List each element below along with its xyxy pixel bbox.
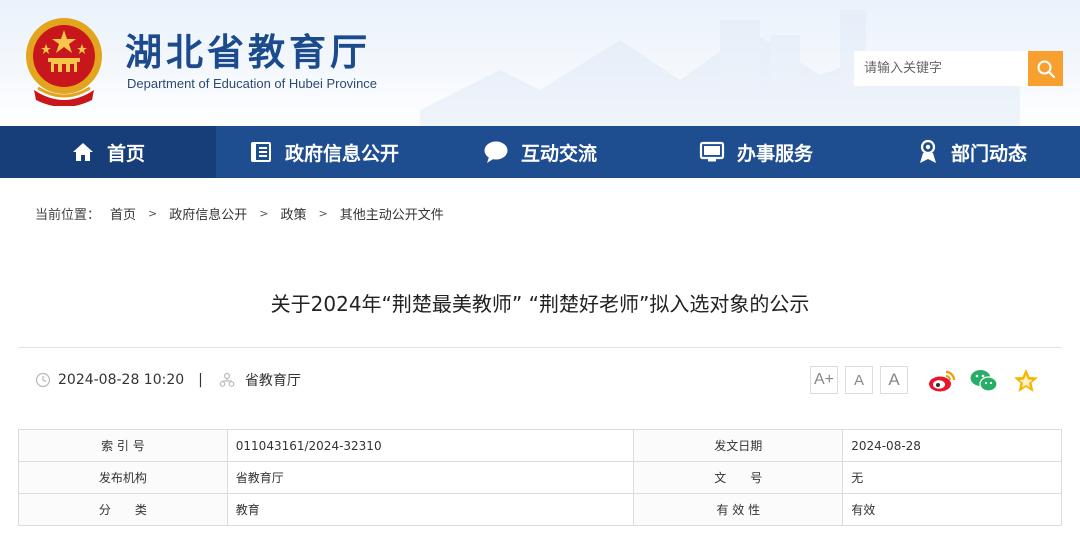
- main-nav: 首页 政府信息公开 互动交流 办事服务 部门动态: [0, 126, 1080, 178]
- nav-item-label: 政府信息公开: [284, 142, 399, 165]
- meta-separator: |: [198, 372, 203, 388]
- table-cell-value: 省教育厅: [226, 461, 635, 494]
- table-row: 分 类 教育 有 效 性 有效: [18, 493, 1062, 526]
- table-cell-value: 教育: [226, 493, 635, 526]
- breadcrumb-separator: >: [318, 207, 328, 220]
- monitor-icon: [699, 141, 725, 162]
- search-icon: [1037, 60, 1055, 78]
- document-info-table: 索 引 号 011043161/2024-32310 发文日期 2024-08-…: [18, 429, 1062, 526]
- search-button[interactable]: [1028, 51, 1063, 86]
- table-cell-value: 无: [842, 461, 1062, 494]
- site-header: 湖北省教育厅 Department of Education of Hubei …: [0, 0, 1080, 126]
- table-cell-key: 发布机构: [18, 461, 228, 494]
- breadcrumb-item-gov-info[interactable]: 政府信息公开: [169, 204, 247, 223]
- nav-item-gov-info[interactable]: 政府信息公开: [216, 126, 432, 178]
- clock-icon: [35, 372, 51, 388]
- publish-datetime: 2024-08-28 10:20: [58, 372, 185, 388]
- nav-item-department-news[interactable]: 部门动态: [864, 126, 1080, 178]
- article-meta: 2024-08-28 10:20 | 省教育厅: [35, 370, 301, 390]
- table-cell-value: 011043161/2024-32310: [226, 429, 635, 462]
- table-cell-key: 文 号: [633, 461, 844, 494]
- table-cell-value: 2024-08-28: [842, 429, 1062, 462]
- org-icon: [219, 372, 235, 387]
- table-cell-key: 发文日期: [633, 429, 844, 462]
- nav-item-label: 办事服务: [736, 142, 813, 165]
- wechat-share-icon[interactable]: [969, 366, 999, 396]
- chat-bubble-icon: [484, 141, 508, 163]
- breadcrumb-item-home[interactable]: 首页: [110, 204, 136, 223]
- table-cell-value: 有效: [842, 493, 1062, 526]
- breadcrumb-separator: >: [148, 207, 158, 220]
- table-row: 索 引 号 011043161/2024-32310 发文日期 2024-08-…: [18, 429, 1062, 462]
- breadcrumb-item-policy[interactable]: 政策: [280, 204, 306, 223]
- title-divider: [18, 347, 1062, 348]
- font-size-default-button[interactable]: A: [845, 366, 873, 394]
- search-input[interactable]: [854, 51, 1028, 86]
- table-row: 发布机构 省教育厅 文 号 无: [18, 461, 1062, 494]
- home-icon: [72, 143, 93, 161]
- table-cell-key: 分 类: [18, 493, 228, 526]
- breadcrumb-item-other-docs[interactable]: 其他主动公开文件: [340, 204, 444, 223]
- nav-item-interaction[interactable]: 互动交流: [432, 126, 648, 178]
- nav-item-home[interactable]: 首页: [0, 126, 216, 178]
- nav-item-label: 首页: [106, 142, 145, 165]
- weibo-share-icon[interactable]: [927, 366, 957, 396]
- document-icon: [250, 142, 271, 162]
- font-size-decrease-button[interactable]: A: [880, 366, 908, 394]
- nav-item-label: 互动交流: [520, 142, 597, 165]
- nav-item-label: 部门动态: [950, 142, 1027, 165]
- national-emblem-icon: [26, 18, 102, 106]
- site-name: 湖北省教育厅: [125, 30, 371, 74]
- publish-source: 省教育厅: [244, 373, 301, 389]
- nav-item-services[interactable]: 办事服务: [648, 126, 864, 178]
- table-cell-key: 索 引 号: [18, 429, 228, 462]
- site-name-english: Department of Education of Hubei Provinc…: [127, 76, 378, 91]
- breadcrumb-separator: >: [259, 207, 269, 220]
- article-title: 关于2024年“荆楚最美教师” “荆楚好老师”拟入选对象的公示: [270, 292, 810, 316]
- favorite-star-icon[interactable]: [1011, 366, 1041, 396]
- table-cell-key: 有 效 性: [633, 493, 844, 526]
- font-size-increase-button[interactable]: A+: [810, 366, 838, 394]
- breadcrumb-prefix: 当前位置：: [35, 208, 101, 223]
- breadcrumb: 当前位置： 首页 > 政府信息公开 > 政策 > 其他主动公开文件: [35, 204, 444, 223]
- location-pin-icon: [919, 139, 936, 163]
